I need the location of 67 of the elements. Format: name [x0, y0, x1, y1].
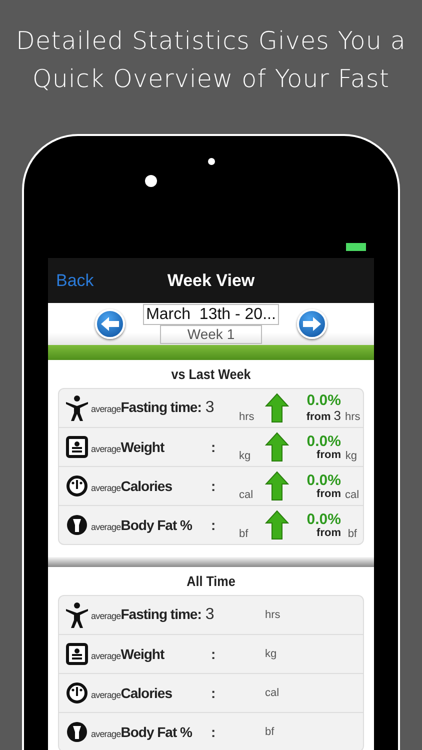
stat-value: 3: [205, 606, 214, 624]
person-icon: [65, 602, 89, 628]
body-fat-icon: [66, 514, 88, 536]
body-fat-icon: [66, 721, 88, 743]
colon: :: [211, 439, 216, 455]
colon: :: [211, 724, 216, 740]
from-label: from: [316, 450, 341, 460]
colon: :: [211, 517, 216, 533]
prefix-label: average: [91, 444, 121, 454]
change-percent: 0.0%: [306, 472, 341, 488]
unit-label: kg: [239, 450, 252, 462]
stat-label: Body Fat %: [120, 724, 192, 740]
colon: :: [211, 478, 216, 494]
unit-label: hrs: [239, 411, 256, 423]
camera-icon: [145, 175, 157, 187]
battery-icon: [346, 243, 366, 251]
change-percent: 0.0%: [306, 434, 341, 448]
stat-label: Weight: [120, 439, 164, 455]
right-arrow-icon: [302, 316, 322, 332]
headline: Detailed Statistics Gives You a Quick Overview of Your Fast: [15, 25, 407, 95]
previous-week-button[interactable]: [95, 309, 126, 339]
unit-label: cal: [265, 687, 280, 699]
unit-label: hrs: [265, 609, 282, 621]
id-card-icon: [66, 436, 88, 458]
unit-label: bf: [239, 528, 250, 540]
unit-label: hrs: [345, 411, 360, 423]
previous-value: 3: [334, 409, 341, 422]
gauge-icon: [66, 682, 88, 704]
prefix-label: average: [91, 651, 121, 661]
section-title: vs Last Week: [170, 366, 252, 382]
date-range: March 13th - 20...: [143, 304, 279, 325]
week-label: Week 1: [160, 325, 262, 344]
colon: :: [211, 685, 216, 701]
stat-value: 3: [205, 399, 214, 417]
speaker-icon: [208, 158, 214, 165]
unit-label: bf: [265, 726, 276, 738]
stat-label: Fasting time:: [120, 399, 202, 415]
unit-label: kg: [345, 450, 357, 462]
unit-label: kg: [265, 648, 278, 660]
gauge-icon: [66, 475, 88, 497]
change-percent: 0.0%: [306, 393, 341, 408]
from-label: from: [316, 528, 341, 538]
change-percent: 0.0%: [306, 512, 341, 526]
next-week-button[interactable]: [296, 309, 327, 339]
screen-title: Week View: [166, 270, 256, 290]
colon: :: [211, 646, 216, 662]
stat-label: Weight: [120, 646, 164, 662]
back-button[interactable]: Back: [48, 270, 118, 290]
stat-label: Calories: [120, 685, 172, 701]
prefix-label: average: [91, 729, 121, 739]
prefix-label: average: [91, 522, 121, 532]
stat-label: Body Fat %: [120, 517, 192, 533]
unit-label: cal: [239, 489, 254, 501]
prefix-label: average: [91, 611, 121, 621]
stat-label: Calories: [120, 478, 172, 494]
id-card-icon: [66, 643, 88, 665]
prefix-label: average: [91, 690, 121, 700]
unit-label: cal: [345, 489, 360, 501]
unit-label: bf: [348, 528, 357, 540]
person-icon: [65, 395, 89, 421]
prefix-label: average: [91, 483, 121, 493]
from-label: from: [306, 412, 331, 423]
from-label: from: [316, 488, 341, 500]
stat-label: Fasting time:: [120, 606, 202, 622]
section-title: All Time: [186, 573, 236, 589]
prefix-label: average: [91, 404, 121, 414]
left-arrow-icon: [100, 316, 120, 332]
